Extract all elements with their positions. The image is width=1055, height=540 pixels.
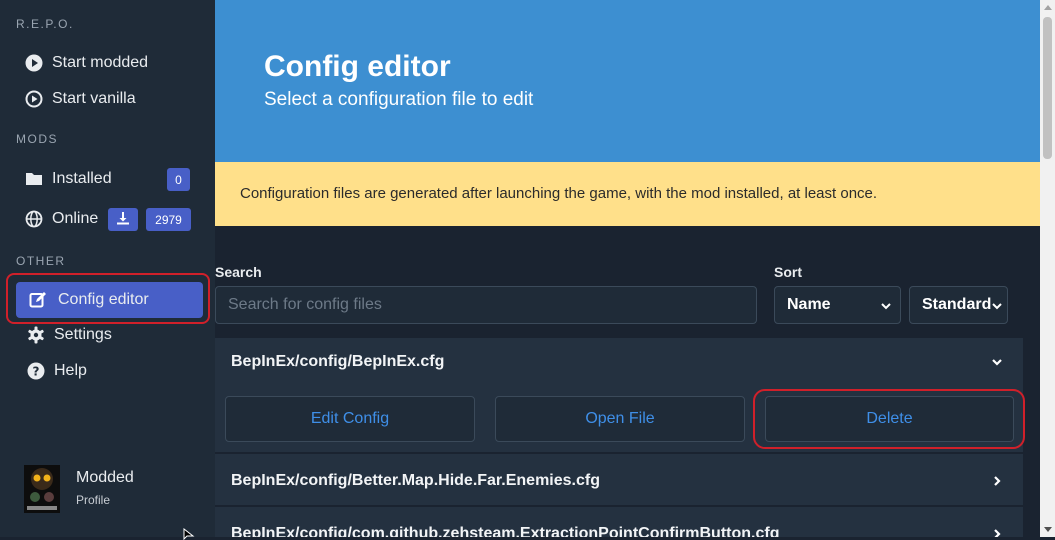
play-circle-outline-icon xyxy=(24,89,44,109)
profile-avatar xyxy=(24,465,60,513)
sidebar-item-label: Online xyxy=(52,210,99,227)
sidebar-item-start-modded[interactable]: Start modded xyxy=(16,45,204,81)
chevron-down-icon[interactable] xyxy=(991,355,1003,373)
scrollbar-thumb[interactable] xyxy=(1043,17,1052,159)
hero-banner: Config editor Select a configuration fil… xyxy=(215,0,1040,162)
sort-order-select[interactable]: Standard xyxy=(909,286,1008,324)
sidebar-item-label: Installed xyxy=(52,170,112,187)
mouse-cursor-icon xyxy=(183,528,195,540)
sidebar-item-label: Help xyxy=(54,362,87,379)
sidebar-item-settings[interactable]: Settings xyxy=(16,317,204,353)
profile-name: Modded xyxy=(76,469,134,486)
download-icon xyxy=(116,211,130,228)
profile-label: Profile xyxy=(76,493,111,507)
sort-by-select[interactable]: Name xyxy=(774,286,901,324)
edit-icon xyxy=(28,290,48,310)
page-title: Config editor xyxy=(264,50,451,83)
notice-text: Configuration files are generated after … xyxy=(240,185,878,202)
play-circle-icon xyxy=(24,53,44,73)
open-file-button[interactable]: Open File xyxy=(495,396,745,442)
chevron-down-icon xyxy=(880,299,892,317)
sort-label: Sort xyxy=(774,264,802,280)
main-content: Config editor Select a configuration fil… xyxy=(215,0,1040,537)
config-card[interactable]: BepInEx/config/com.github.zehsteam.Extra… xyxy=(215,506,1023,537)
profile-selector[interactable]: Modded Profile xyxy=(24,465,134,513)
edit-config-button[interactable]: Edit Config xyxy=(225,396,475,442)
config-card[interactable]: BepInEx/config/Better.Map.Hide.Far.Enemi… xyxy=(215,453,1023,505)
globe-icon xyxy=(24,209,44,229)
config-path[interactable]: BepInEx/config/BepInEx.cfg xyxy=(231,353,444,371)
chevron-right-icon xyxy=(991,527,1003,537)
installed-count-badge: 0 xyxy=(167,168,190,191)
sidebar-item-start-vanilla[interactable]: Start vanilla xyxy=(16,81,204,117)
config-path: BepInEx/config/com.github.zehsteam.Extra… xyxy=(231,525,780,537)
chevron-down-icon xyxy=(991,299,1003,317)
scroll-up-arrow-icon[interactable] xyxy=(1044,5,1052,10)
svg-text:?: ? xyxy=(33,365,40,379)
online-count-badge: 2979 xyxy=(146,208,191,231)
section-label-game: R.E.P.O. xyxy=(16,17,74,31)
sidebar-item-label: Start vanilla xyxy=(52,90,136,107)
scroll-down-arrow-icon[interactable] xyxy=(1044,527,1052,532)
sidebar: R.E.P.O. Start modded Start vanilla MODS… xyxy=(0,0,215,537)
sidebar-item-label: Start modded xyxy=(52,54,149,71)
sort-order-value: Standard xyxy=(922,296,992,313)
page-subtitle: Select a configuration file to edit xyxy=(264,89,534,110)
sort-by-value: Name xyxy=(787,296,831,313)
question-circle-icon: ? xyxy=(26,361,46,381)
search-label: Search xyxy=(215,264,262,280)
section-label-other: OTHER xyxy=(16,254,66,268)
sidebar-item-label: Settings xyxy=(54,326,112,343)
delete-button[interactable]: Delete xyxy=(765,396,1014,442)
sidebar-item-label: Config editor xyxy=(58,291,149,308)
gear-icon xyxy=(26,325,46,345)
folder-icon xyxy=(24,169,44,189)
info-notice: Configuration files are generated after … xyxy=(215,162,1040,226)
search-input[interactable] xyxy=(215,286,757,324)
chevron-right-icon xyxy=(991,474,1003,492)
sidebar-item-help[interactable]: ? Help xyxy=(16,353,204,389)
sidebar-item-config-editor[interactable]: Config editor xyxy=(16,282,203,318)
window-scrollbar[interactable] xyxy=(1040,0,1055,537)
download-updates-button[interactable] xyxy=(108,208,138,231)
section-label-mods: MODS xyxy=(16,132,58,146)
config-path: BepInEx/config/Better.Map.Hide.Far.Enemi… xyxy=(231,472,600,489)
